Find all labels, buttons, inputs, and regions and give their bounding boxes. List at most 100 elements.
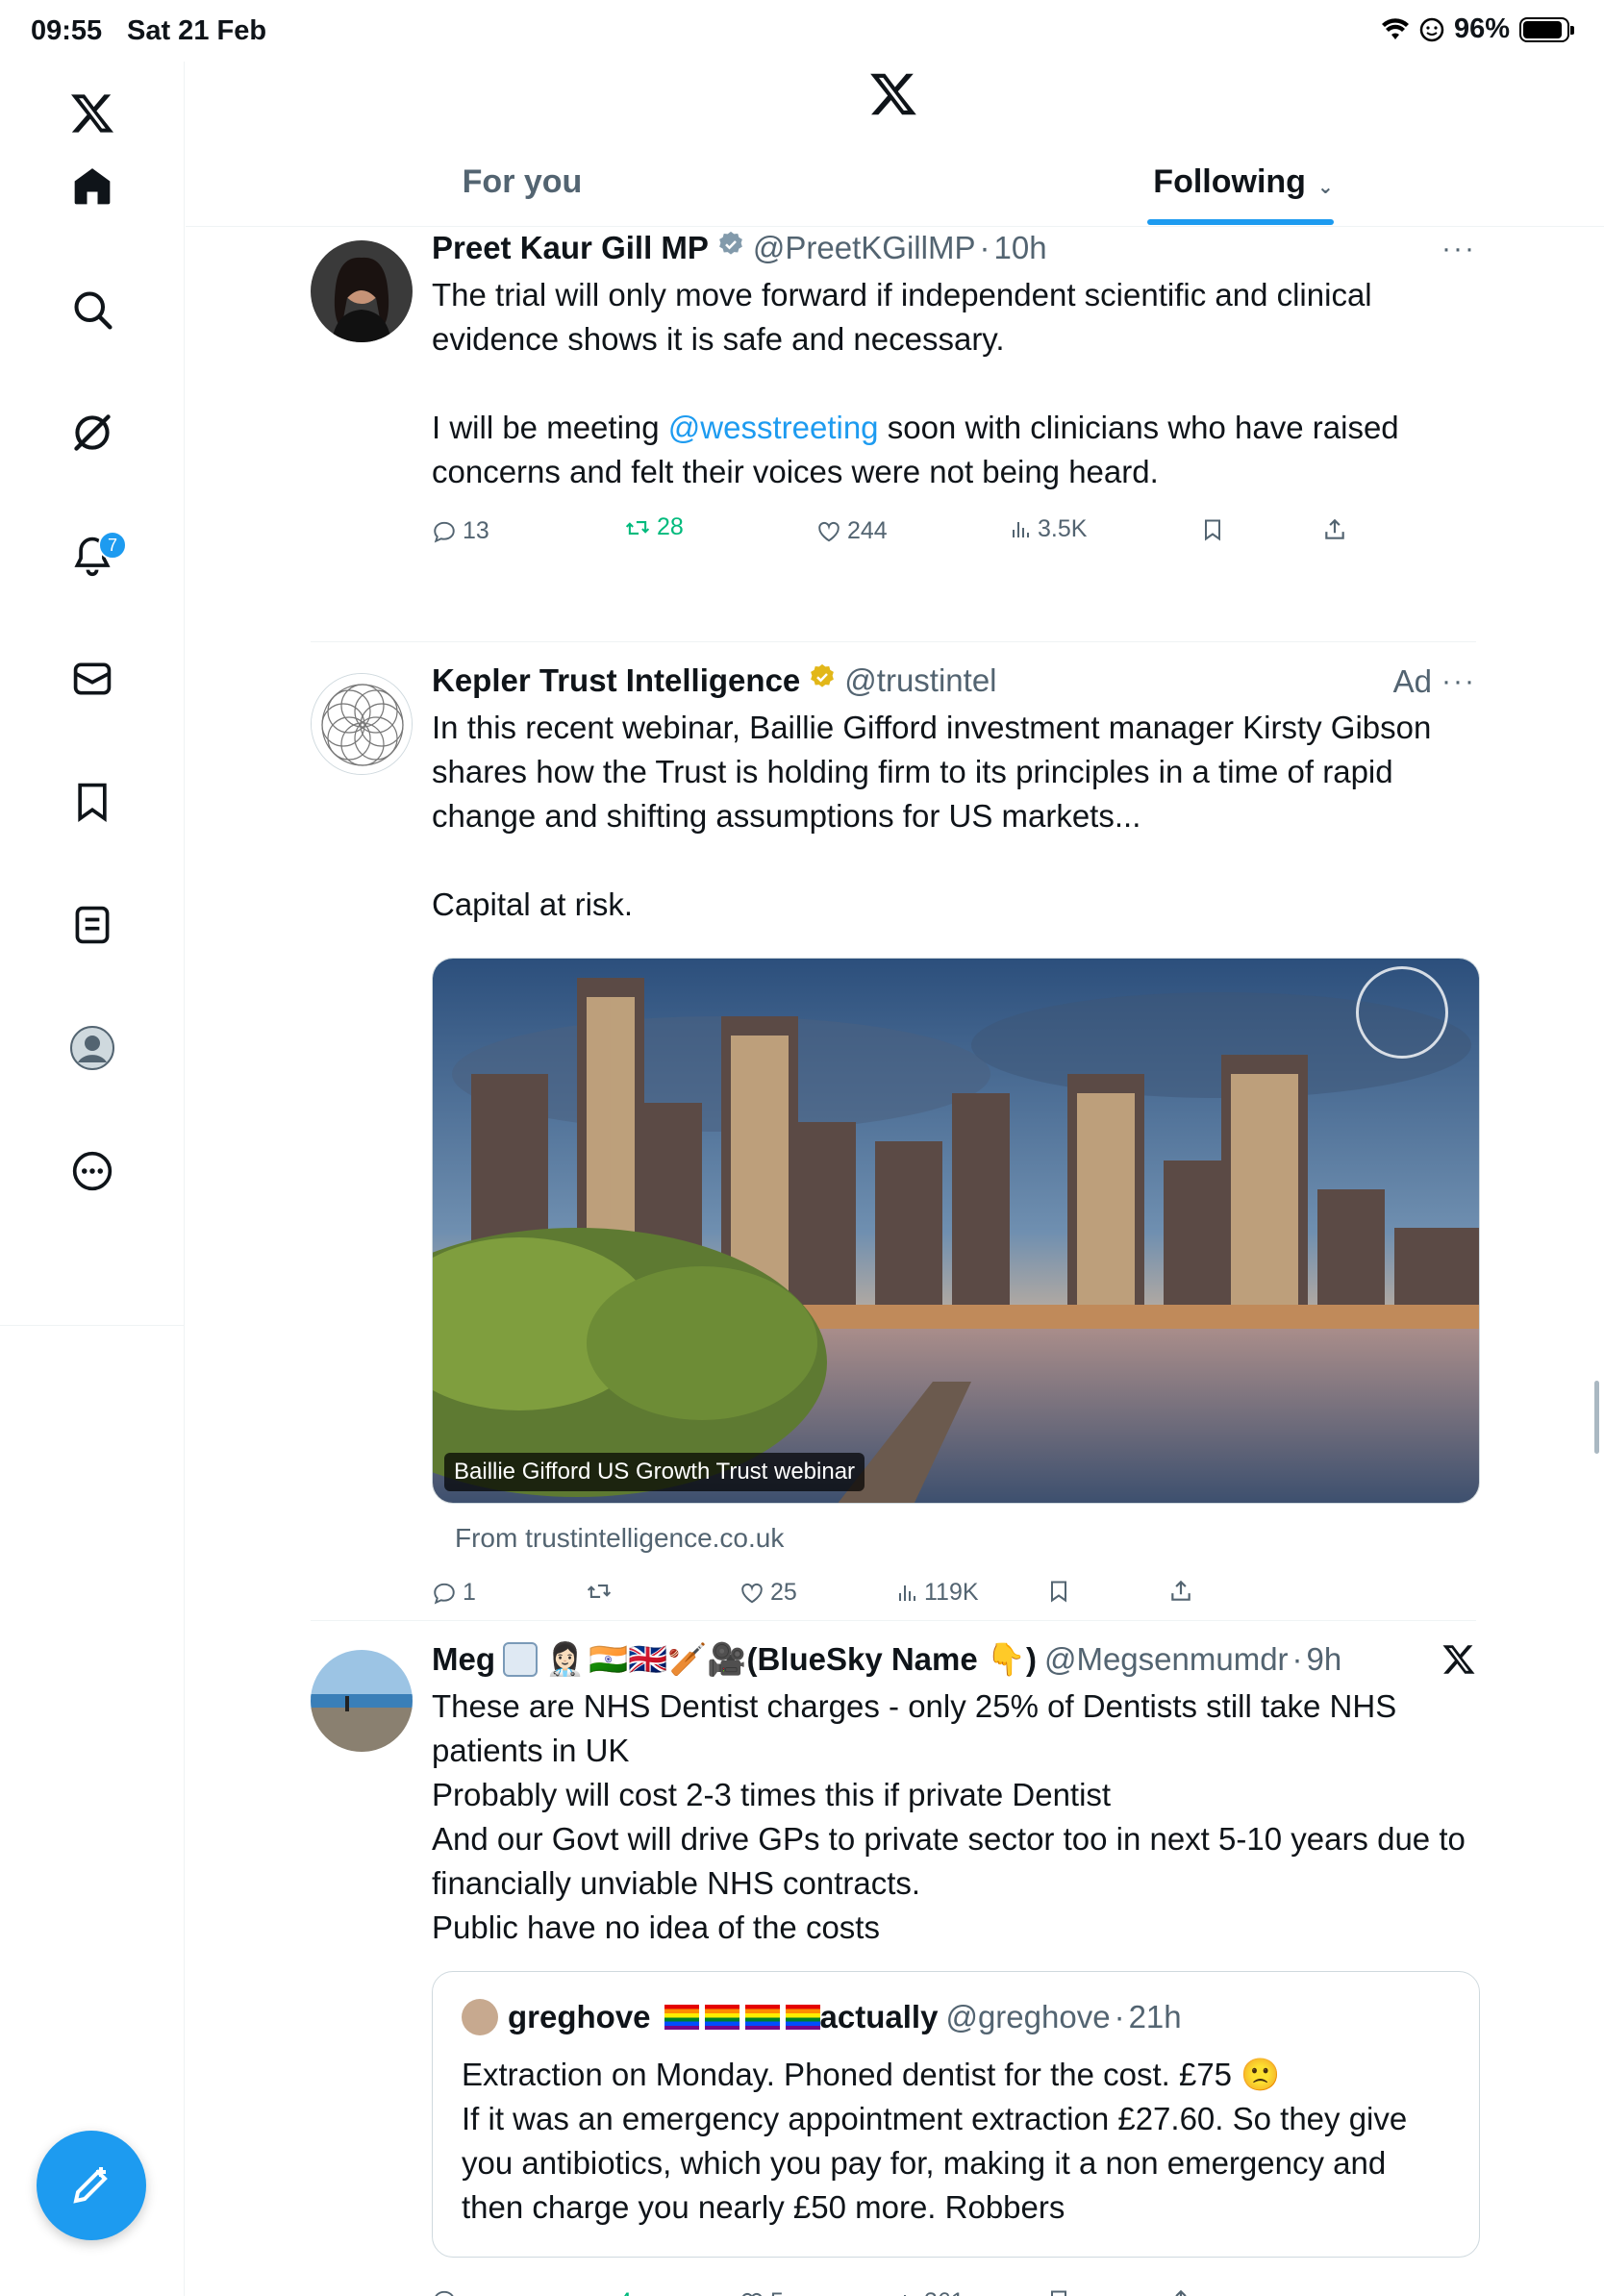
search-icon[interactable] — [63, 281, 121, 338]
repost-icon — [625, 520, 650, 535]
compose-button[interactable] — [37, 2131, 146, 2240]
post[interactable]: Preet Kaur Gill MP @PreetKGillMP · 10h ·… — [311, 227, 1476, 642]
reply-icon — [434, 521, 455, 543]
post-time[interactable]: 9h — [1307, 1641, 1342, 1678]
post-ad[interactable]: Kepler Trust Intelligence @trustintel Ad… — [311, 642, 1480, 1621]
ad-label: Ad — [1392, 663, 1432, 699]
author-handle[interactable]: @PreetKGillMP — [753, 230, 976, 266]
list-icon[interactable] — [63, 896, 121, 954]
more-options-icon[interactable]: ··· — [1441, 233, 1476, 265]
post-paragraph: I will be meeting @wesstreeting soon wit… — [432, 406, 1476, 494]
views-count: 3.5K — [1038, 515, 1088, 542]
quoted-post-time[interactable]: 21h — [1129, 1999, 1182, 2035]
family-emoji-icon — [503, 1642, 538, 1677]
share-button[interactable] — [1168, 1579, 1193, 1604]
tab-for-you-label: For you — [462, 163, 583, 200]
like-button[interactable]: 244 — [816, 517, 888, 545]
home-icon[interactable] — [63, 158, 121, 215]
author-handle[interactable]: @trustintel — [844, 662, 996, 699]
heart-icon — [818, 521, 840, 541]
bookmark-button[interactable] — [1047, 1579, 1070, 1604]
views-button[interactable]: 119K — [895, 1579, 979, 1607]
link-source[interactable]: From trustintelligence.co.uk — [455, 1523, 784, 1554]
repost-count: 4 — [618, 2288, 632, 2296]
quoted-author-handle[interactable]: @greghove — [945, 1999, 1110, 2035]
grok-icon[interactable] — [63, 404, 121, 462]
mail-icon[interactable] — [63, 650, 121, 708]
reply-button[interactable]: 1 — [432, 1579, 476, 1607]
media-caption: Baillie Gifford US Growth Trust webinar — [444, 1453, 865, 1491]
views-button[interactable]: 3.5K — [1009, 515, 1087, 543]
quoted-post[interactable]: greghove actually @greghove · 21h Extrac… — [432, 1971, 1480, 2258]
notifications-badge: 7 — [98, 531, 127, 560]
post-text: In this recent webinar, Baillie Gifford … — [432, 706, 1476, 927]
author-name[interactable]: Meg — [432, 1641, 495, 1678]
more-options-icon[interactable]: ··· — [1441, 665, 1476, 698]
author-name[interactable]: Preet Kaur Gill MP — [432, 230, 709, 266]
post-paragraph: Capital at risk. — [432, 886, 634, 922]
reply-button[interactable]: 13 — [432, 517, 489, 545]
post-header: Kepler Trust Intelligence @trustintel — [432, 660, 1476, 702]
tab-following-label: Following — [1153, 163, 1306, 200]
like-count: 244 — [847, 517, 888, 544]
battery-percent: 96% — [1453, 13, 1510, 44]
post-text: The trial will only move forward if inde… — [432, 273, 1476, 494]
status-bar: 09:55 Sat 21 Feb 96% — [0, 0, 1604, 62]
main-timeline: For you Following ⌄ Preet Kaur Gill MP @P… — [186, 62, 1604, 2296]
rainbow-flag-icon — [704, 2005, 739, 2030]
share-button[interactable] — [1168, 2288, 1193, 2296]
tab-for-you[interactable]: For you — [416, 158, 628, 227]
reply-icon — [434, 1583, 455, 1605]
repost-button[interactable]: 28 — [624, 513, 684, 541]
quoted-post-text: Extraction on Monday. Phoned dentist for… — [462, 2053, 1456, 2230]
more-icon[interactable] — [63, 1142, 121, 1200]
reply-count: 13 — [463, 517, 489, 544]
views-icon — [904, 2294, 906, 2296]
rainbow-flag-icon — [664, 2005, 699, 2030]
views-icon — [899, 1585, 915, 1601]
rainbow-flag-icon — [785, 2005, 820, 2030]
repost-button[interactable] — [586, 1579, 613, 1604]
author-handle[interactable]: @Megsenmumdr — [1044, 1641, 1289, 1678]
post-paragraph: Probably will cost 2-3 times this if pri… — [432, 1777, 1112, 1812]
share-icon — [1325, 518, 1344, 539]
tab-following[interactable]: Following ⌄ — [1128, 158, 1359, 227]
views-button[interactable]: 361 — [895, 2288, 965, 2296]
repost-button[interactable]: 4 — [586, 2288, 632, 2296]
views-icon — [1013, 521, 1029, 537]
post-paragraph: The trial will only move forward if inde… — [432, 277, 1372, 357]
bookmark-button[interactable] — [1047, 2288, 1070, 2296]
profile-icon[interactable] — [63, 1019, 121, 1077]
avatar[interactable] — [311, 1650, 413, 1752]
quoted-author-name[interactable]: greghove — [508, 1999, 651, 2035]
share-button[interactable] — [1322, 517, 1347, 542]
heart-icon — [741, 1583, 763, 1603]
bookmark-icon[interactable] — [63, 773, 121, 831]
grok-analyze-icon[interactable] — [1441, 1642, 1476, 1682]
like-button[interactable]: 25 — [739, 1579, 797, 1607]
avatar[interactable] — [311, 240, 413, 342]
post-actions: 13 28 244 3.5K — [432, 513, 1476, 556]
quoted-avatar[interactable] — [462, 1999, 498, 2035]
reply-button[interactable] — [432, 2288, 463, 2296]
ad-media-image[interactable]: Baillie Gifford US Growth Trust webinar — [432, 958, 1480, 1504]
scrollbar[interactable] — [1594, 1381, 1599, 1454]
like-count: 5 — [770, 2288, 784, 2296]
avatar[interactable] — [311, 673, 413, 775]
notifications-icon[interactable]: 7 — [63, 527, 127, 585]
post-text: These are NHS Dentist charges - only 25%… — [432, 1685, 1476, 1950]
post[interactable]: Meg 👩🏻‍⚕️ 🇮🇳🇬🇧🏏🎥(BlueSky Name 👇) @Megsen… — [311, 1621, 1480, 2296]
x-logo-icon[interactable] — [868, 69, 918, 124]
sidebar-divider — [0, 1325, 185, 1326]
post-paragraph: Public have no idea of the costs — [432, 1909, 880, 1945]
dot-separator: · — [1291, 1641, 1303, 1677]
like-button[interactable]: 5 — [739, 2288, 784, 2296]
bookmark-button[interactable] — [1201, 517, 1224, 542]
post-time[interactable]: 10h — [993, 230, 1046, 266]
author-name[interactable]: Kepler Trust Intelligence — [432, 662, 800, 699]
reply-icon — [435, 2290, 454, 2296]
repost-icon — [587, 1585, 612, 1598]
x-logo-icon[interactable] — [63, 85, 121, 142]
mention-link[interactable]: @wesstreeting — [668, 410, 879, 445]
post-actions: 4 5 361 — [432, 2288, 1476, 2296]
